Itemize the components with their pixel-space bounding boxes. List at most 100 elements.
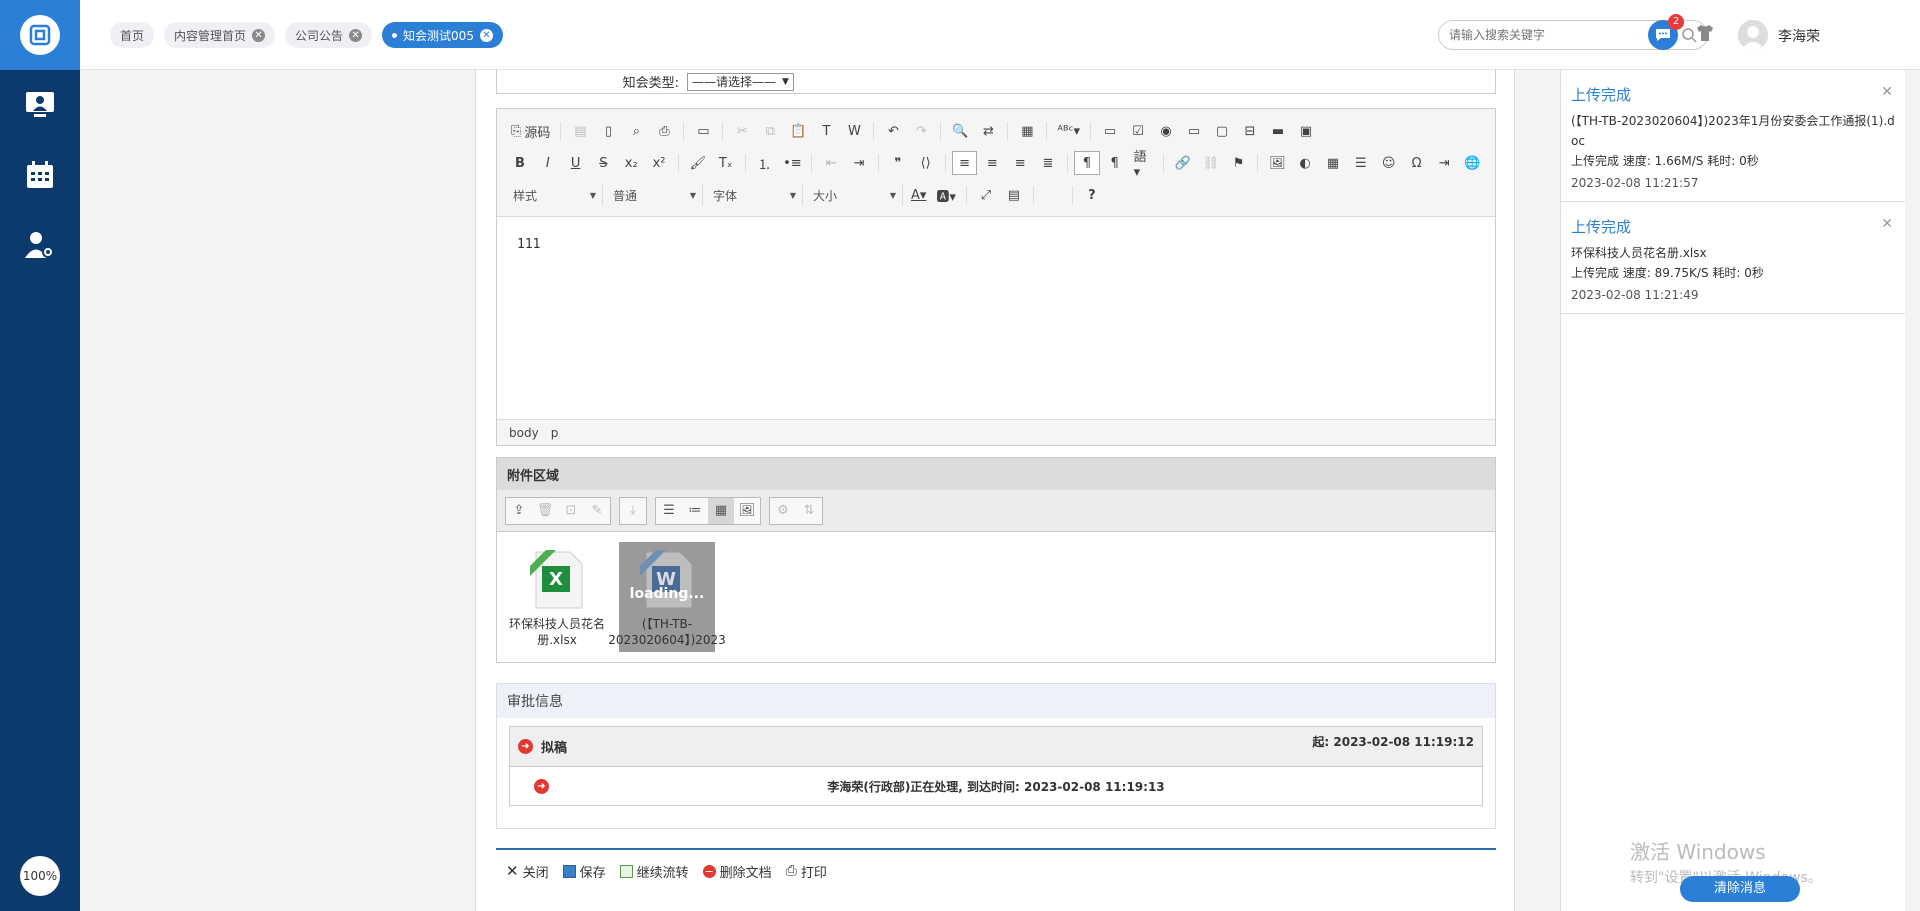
subscript-icon[interactable]: x₂ <box>618 151 644 175</box>
button-field-icon[interactable]: ▬ <box>1265 119 1291 143</box>
checkbox-icon[interactable]: ☑ <box>1125 119 1151 143</box>
spellcheck-icon[interactable]: ᴬᴮᶜ▾ <box>1053 119 1084 143</box>
find-icon[interactable]: 🔍 <box>947 119 973 143</box>
templates-icon[interactable]: ▭ <box>690 119 716 143</box>
tab-content-home[interactable]: 内容管理首页 ✕ <box>164 22 276 48</box>
attachment-item-xlsx[interactable]: X 环保科技人员花名册.xlsx <box>509 542 605 652</box>
source-button[interactable]: ⎘ 源码 <box>507 119 554 143</box>
editor-content[interactable]: 111 <box>497 217 1495 419</box>
user-name[interactable]: 李海荣 <box>1778 26 1820 46</box>
font-combo[interactable]: 字体 ▼ <box>707 184 803 206</box>
grid-view-icon[interactable]: ▦ <box>708 497 734 524</box>
continue-flow-button[interactable]: 继续流转 <box>619 862 689 881</box>
thumbnail-view-icon[interactable]: 🖼 <box>734 498 760 524</box>
align-left-icon[interactable]: ≡ <box>951 151 978 175</box>
rtl-icon[interactable]: ¶ <box>1102 151 1128 175</box>
tab-notice-test[interactable]: 知会测试005 ✕ <box>382 22 503 48</box>
close-icon[interactable]: ✕ <box>1881 84 1893 100</box>
textarea-icon[interactable]: ▢ <box>1209 119 1235 143</box>
textfield-icon[interactable]: ▭ <box>1181 119 1207 143</box>
text-color-icon[interactable]: A▾ <box>907 183 930 207</box>
undo-icon[interactable]: ↶ <box>880 119 906 143</box>
cut-icon[interactable]: ✂ <box>729 119 755 143</box>
italic-icon[interactable]: I <box>535 151 561 175</box>
upload-icon[interactable]: ⇪ <box>506 498 532 524</box>
scan-icon[interactable]: ⊡ <box>558 498 584 524</box>
format-combo[interactable]: 普通 ▼ <box>607 184 703 206</box>
notice-type-select[interactable]: ——请选择—— ▼ <box>687 72 794 91</box>
align-center-icon[interactable]: ≡ <box>979 151 1005 175</box>
align-justify-icon[interactable]: ≣ <box>1035 151 1061 175</box>
table-icon[interactable]: ▦ <box>1320 151 1346 175</box>
app-logo[interactable] <box>0 0 80 70</box>
save-icon[interactable]: ▤ <box>567 119 593 143</box>
form-icon[interactable]: ▭ <box>1097 119 1123 143</box>
paste-text-icon[interactable]: T <box>813 119 839 143</box>
tab-announcement[interactable]: 公司公告 ✕ <box>285 22 373 48</box>
gear-icon[interactable]: ⚙ <box>770 498 796 524</box>
delete-document-button[interactable]: − 删除文档 <box>702 862 772 881</box>
replace-icon[interactable]: ⇄ <box>975 119 1001 143</box>
bulleted-list-icon[interactable]: •≡ <box>779 151 805 175</box>
blank-icon[interactable] <box>1040 183 1066 207</box>
iframe-globe-icon[interactable]: 🌐 <box>1459 151 1485 175</box>
delete-icon[interactable]: 🗑 <box>532 498 558 524</box>
skin-button[interactable] <box>1696 24 1714 45</box>
bold-icon[interactable]: B <box>507 151 533 175</box>
sort-icon[interactable]: ⇅ <box>796 498 822 524</box>
radio-icon[interactable]: ◉ <box>1153 119 1179 143</box>
image-button-icon[interactable]: ▣ <box>1293 119 1319 143</box>
tab-home[interactable]: 首页 <box>110 22 155 48</box>
clear-messages-button[interactable]: 清除消息 <box>1680 876 1800 902</box>
anchor-flag-icon[interactable]: ⚑ <box>1226 151 1252 175</box>
superscript-icon[interactable]: x² <box>646 151 672 175</box>
path-p[interactable]: p <box>551 426 559 440</box>
maximize-icon[interactable]: ⤢ <box>973 183 999 207</box>
preview-icon[interactable]: ⌕ <box>623 119 649 143</box>
select-field-icon[interactable]: ⊟ <box>1237 119 1263 143</box>
strikethrough-icon[interactable]: S <box>590 151 616 175</box>
numbered-list-icon[interactable]: ⒈ <box>752 151 778 175</box>
avatar[interactable] <box>1738 20 1768 50</box>
format-painter-icon[interactable]: 🖌 <box>685 151 711 175</box>
indent-icon[interactable]: ⇥ <box>846 151 872 175</box>
div-container-icon[interactable]: ⟨⟩ <box>913 151 939 175</box>
underline-icon[interactable]: U <box>563 151 589 175</box>
outdent-icon[interactable]: ⇤ <box>818 151 844 175</box>
close-button[interactable]: ✕ 关闭 <box>506 862 549 881</box>
size-combo[interactable]: 大小 ▼ <box>807 184 903 206</box>
flash-icon[interactable]: ◐ <box>1292 151 1318 175</box>
show-blocks-icon[interactable]: ▤ <box>1001 183 1027 207</box>
save-button[interactable]: 保存 <box>562 862 606 881</box>
list-view-icon[interactable]: ☰ <box>656 498 682 524</box>
smiley-icon[interactable]: ☺ <box>1376 151 1402 175</box>
page-break-icon[interactable]: ⇥ <box>1431 151 1457 175</box>
download-icon[interactable]: ⤓ <box>620 498 646 524</box>
align-right-icon[interactable]: ≡ <box>1007 151 1033 175</box>
print-button[interactable]: ⎙ 打印 <box>786 862 827 881</box>
link-icon[interactable]: 🔗 <box>1170 151 1196 175</box>
special-char-icon[interactable]: Ω <box>1404 151 1430 175</box>
close-icon[interactable]: ✕ <box>252 28 266 42</box>
remove-format-icon[interactable]: Tₓ <box>713 151 739 175</box>
paste-icon[interactable]: 📋 <box>785 119 811 143</box>
sidebar-item-user-settings[interactable] <box>0 210 80 280</box>
bg-color-icon[interactable]: 🅰▾ <box>932 183 960 207</box>
attachment-item-doc[interactable]: W loading... (【TH-TB-2023020604】)2023 <box>608 542 726 652</box>
close-icon[interactable]: ✕ <box>349 28 363 42</box>
help-icon[interactable]: ? <box>1079 183 1105 207</box>
redo-icon[interactable]: ↷ <box>908 119 934 143</box>
close-icon[interactable]: ✕ <box>1881 216 1893 232</box>
copy-icon[interactable]: ⧉ <box>757 119 783 143</box>
styles-combo[interactable]: 样式 ▼ <box>507 184 603 206</box>
sidebar-item-calendar[interactable] <box>0 140 80 210</box>
paste-word-icon[interactable]: W <box>841 119 867 143</box>
select-all-icon[interactable]: ▦ <box>1014 119 1040 143</box>
search-icon[interactable] <box>1681 27 1697 43</box>
sidebar-item-contacts[interactable] <box>0 70 80 140</box>
close-icon[interactable]: ✕ <box>479 28 493 42</box>
edit-icon[interactable]: ✎ <box>584 498 610 524</box>
horizontal-rule-icon[interactable]: ☰ <box>1348 151 1374 175</box>
new-page-icon[interactable]: ▯ <box>595 119 621 143</box>
ltr-icon[interactable]: ¶ <box>1073 151 1100 175</box>
